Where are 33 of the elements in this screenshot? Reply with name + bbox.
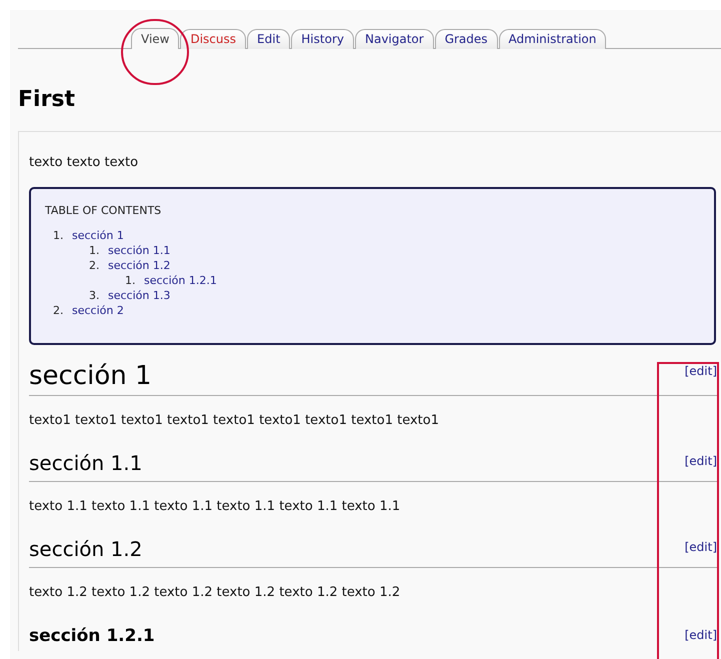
section-heading: sección 1.2.1: [29, 625, 155, 647]
section-text: texto 1.1 texto 1.1 texto 1.1 texto 1.1 texto 1.1 texto 1.1: [29, 500, 402, 513]
tab[interactable]: Edit: [247, 29, 290, 49]
toc-number: 1.: [125, 273, 136, 288]
section-text: texto 1.2 texto 1.2 texto 1.2 texto 1.2 texto 1.2 texto 1.2: [29, 586, 402, 599]
toc-number: 2.: [89, 258, 100, 273]
tab[interactable]: History: [291, 29, 354, 49]
intro-text: texto texto texto: [29, 156, 140, 169]
toc-link[interactable]: sección 1.2: [108, 258, 170, 273]
tab[interactable]: View: [131, 28, 180, 49]
section-heading: sección 1: [29, 361, 152, 391]
toc-number: 1.: [89, 243, 100, 258]
toc-link[interactable]: sección 2: [72, 303, 124, 318]
edit-link[interactable]: [edit]: [684, 629, 717, 641]
page-title: First: [18, 89, 76, 111]
section-heading: sección 1.1: [29, 451, 142, 475]
edit-link[interactable]: [edit]: [684, 541, 717, 553]
toc-number: 1.: [53, 228, 64, 243]
edit-link[interactable]: [edit]: [684, 455, 717, 467]
edit-link[interactable]: [edit]: [684, 365, 717, 377]
tab[interactable]: Navigator: [354, 29, 434, 49]
section-heading: sección 1.2: [29, 537, 142, 561]
toc-title: TABLE OF CONTENTS: [45, 205, 162, 216]
tab[interactable]: Discuss: [180, 29, 246, 49]
tab[interactable]: Grades: [434, 29, 498, 49]
section-text: texto1 texto1 texto1 texto1 texto1 texto1 texto1 texto1 texto1: [29, 414, 440, 427]
toc-link[interactable]: sección 1: [72, 228, 124, 243]
toc-link[interactable]: sección 1.1: [108, 243, 170, 258]
tab[interactable]: Administration: [498, 29, 606, 49]
toc-link[interactable]: sección 1.3: [108, 288, 170, 303]
toc-link[interactable]: sección 1.2.1: [144, 273, 217, 288]
toc-number: 3.: [89, 288, 100, 303]
toc-number: 2.: [53, 303, 64, 318]
